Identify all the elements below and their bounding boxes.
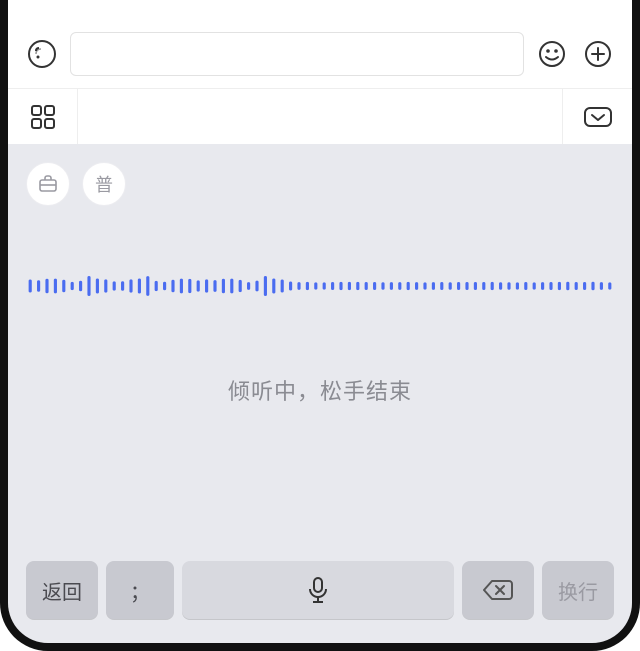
punctuation-label: ； [130, 576, 150, 605]
briefcase-icon [37, 173, 59, 195]
voice-input-panel: 普 倾听中，松手结束 返回 ； [8, 144, 632, 643]
backspace-button[interactable] [462, 561, 534, 619]
emoji-icon[interactable] [534, 36, 570, 72]
voice-mode-pills: 普 [26, 162, 614, 206]
plus-icon[interactable] [580, 36, 616, 72]
punctuation-button[interactable]: ； [106, 561, 174, 619]
keyboard-top-bar [8, 88, 632, 144]
language-mode-button[interactable]: 普 [82, 162, 126, 206]
message-input-bar [8, 20, 632, 88]
newline-button[interactable]: 换行 [542, 561, 614, 619]
chat-area [8, 0, 632, 20]
microphone-icon [305, 575, 331, 605]
voice-status-text: 倾听中，松手结束 [26, 374, 614, 406]
apps-grid-icon[interactable] [8, 89, 78, 144]
voice-waveform [26, 256, 614, 316]
briefcase-mode-button[interactable] [26, 162, 70, 206]
voice-key-row: 返回 ； 换行 [26, 543, 614, 619]
language-mode-label: 普 [95, 171, 113, 197]
backspace-icon [482, 578, 514, 602]
microphone-button[interactable] [182, 561, 454, 619]
return-button[interactable]: 返回 [26, 561, 98, 619]
return-label: 返回 [42, 576, 82, 605]
voice-wave-icon[interactable] [24, 36, 60, 72]
newline-label: 换行 [558, 576, 598, 605]
collapse-keyboard-button[interactable] [562, 89, 632, 144]
message-input[interactable] [70, 32, 524, 76]
